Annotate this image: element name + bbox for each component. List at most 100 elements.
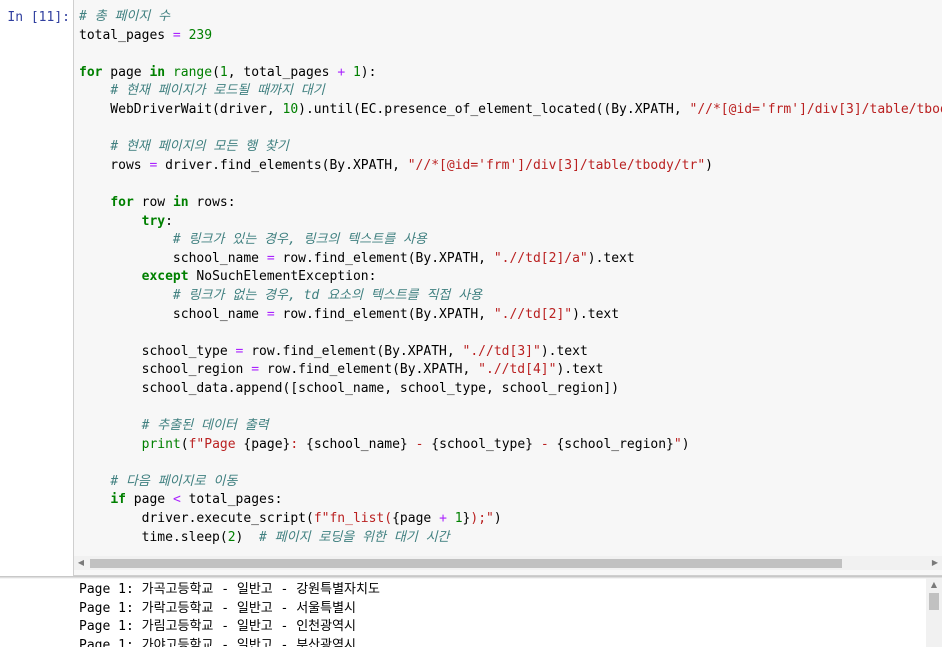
code-token: row.find_element(By.XPATH, — [259, 362, 479, 378]
code-token: school_region — [79, 362, 252, 378]
code-token: try — [141, 213, 166, 229]
code-token: # 현재 페이지의 모든 행 찾기 — [110, 139, 289, 155]
code-token: # 링크가 없는 경우, td 요소의 텍스트를 직접 사용 — [172, 287, 483, 303]
code-line: # 추출된 데이터 출력 — [79, 417, 942, 436]
code-token: if — [110, 492, 126, 508]
code-token: ) — [681, 436, 690, 452]
code-token: WebDriverWait(driver, — [79, 101, 283, 117]
cell-output: Page 1: 가곡고등학교 - 일반고 - 강원특별자치도 Page 1: 가락… — [73, 578, 942, 647]
code-token: except — [141, 269, 189, 285]
code-line: time.sleep(2) # 페이지 로딩을 위한 대기 시간 — [79, 529, 942, 548]
code-token: f"fn_list( — [313, 511, 393, 527]
code-token: driver.execute_script( — [79, 511, 314, 527]
code-line: except NoSuchElementException: — [79, 268, 942, 287]
code-token: 1 — [454, 511, 463, 527]
code-line: driver.execute_script(f"fn_list({page + … — [79, 510, 942, 529]
code-token: row — [133, 194, 173, 210]
code-token: ".//td[3]" — [462, 343, 541, 359]
code-token: ).text — [540, 343, 588, 359]
code-token: school_type — [79, 343, 236, 359]
code-token: # 다음 페이지로 이동 — [110, 473, 238, 489]
code-token: ) — [493, 511, 502, 527]
code-token: rows: — [188, 194, 236, 210]
code-token: 10 — [282, 101, 299, 117]
code-token: # 추출된 데이터 출력 — [141, 418, 269, 434]
code-token: range — [172, 64, 213, 80]
code-editor[interactable]: # 총 페이지 수 total_pages = 239 for page in ra… — [79, 8, 942, 547]
output-vertical-scrollbar[interactable]: ▲ — [926, 578, 942, 647]
code-line: # 현재 페이지가 로드될 때까지 대기 — [79, 82, 942, 101]
code-token: # 현재 페이지가 로드될 때까지 대기 — [110, 83, 325, 99]
code-token: ).text — [587, 250, 635, 266]
code-token: : — [165, 213, 173, 229]
code-token: ) — [705, 157, 713, 173]
code-token: < — [172, 492, 181, 508]
scroll-up-icon[interactable]: ▲ — [926, 578, 942, 592]
scroll-right-icon[interactable]: ▶ — [928, 556, 942, 570]
code-token: row.find_element(By.XPATH, — [274, 306, 494, 322]
code-token: = — [266, 306, 275, 322]
code-line: # 다음 페이지로 이동 — [79, 473, 942, 492]
code-line: rows = driver.find_elements(By.XPATH, "/… — [79, 157, 942, 176]
code-token: # 링크가 있는 경우, 링크의 텍스트를 사용 — [172, 232, 427, 248]
output-line: Page 1: 가림고등학교 - 일반고 - 인천광역시 — [79, 619, 357, 635]
output-line: Page 1: 가야고등학교 - 일반고 - 부산광역시 — [79, 637, 357, 647]
cell-prompt: In [11]: — [7, 10, 70, 25]
code-token: " — [673, 436, 682, 452]
vertical-scrollbar-thumb[interactable] — [929, 593, 939, 610]
code-token: , total_pages — [227, 64, 338, 80]
code-token: row.find_element(By.XPATH, — [243, 343, 463, 359]
code-token: 1 — [219, 64, 228, 80]
scroll-left-icon[interactable]: ◀ — [74, 556, 88, 570]
code-token: driver.find_elements(By.XPATH, — [157, 157, 408, 173]
code-token: school_name — [79, 250, 267, 266]
code-token: # 총 페이지 수 — [79, 9, 171, 24]
code-line: school_data.append([school_name, school_… — [79, 380, 942, 399]
code-token: in — [172, 194, 189, 210]
code-cell-input[interactable]: # 총 페이지 수 total_pages = 239 for page in ra… — [73, 0, 942, 576]
code-token: for — [110, 194, 134, 210]
code-token: "//*[@id='frm']/div[3]/table/tbody/tr" — [407, 157, 706, 173]
code-token: ".//td[2]/a" — [493, 250, 588, 266]
code-token: for — [79, 64, 103, 80]
code-line: try: — [79, 213, 942, 232]
code-token: school_name — [79, 306, 267, 322]
code-token: rows — [79, 157, 150, 173]
code-token: 2 — [227, 529, 236, 545]
code-line: print(f"Page {page}: {school_name} - {sc… — [79, 436, 942, 455]
code-token: total_pages — [79, 27, 173, 43]
code-line: if page < total_pages: — [79, 491, 942, 510]
code-token: {page} — [243, 436, 291, 452]
code-token: NoSuchElementException: — [188, 269, 377, 285]
horizontal-scrollbar[interactable]: ◀ ▶ — [74, 556, 942, 570]
code-token: - — [407, 436, 432, 452]
horizontal-scrollbar-thumb[interactable] — [90, 559, 842, 568]
code-token: ).text — [572, 306, 620, 322]
code-token: );" — [470, 511, 494, 527]
code-token: school_data.append([school_name, school_… — [79, 380, 620, 396]
code-line: school_region = row.find_element(By.XPAT… — [79, 361, 942, 380]
code-token: ( — [180, 436, 189, 452]
code-token: = — [266, 250, 275, 266]
code-line: # 링크가 없는 경우, td 요소의 텍스트를 직접 사용 — [79, 287, 942, 306]
code-line: school_type = row.find_element(By.XPATH,… — [79, 343, 942, 362]
code-line: # 총 페이지 수 — [79, 8, 942, 27]
code-token: ".//td[4]" — [478, 362, 557, 378]
code-token: - — [533, 436, 557, 452]
code-token: f"Page — [188, 436, 244, 452]
code-line: # 현재 페이지의 모든 행 찾기 — [79, 138, 942, 157]
code-token: ): — [360, 64, 377, 80]
